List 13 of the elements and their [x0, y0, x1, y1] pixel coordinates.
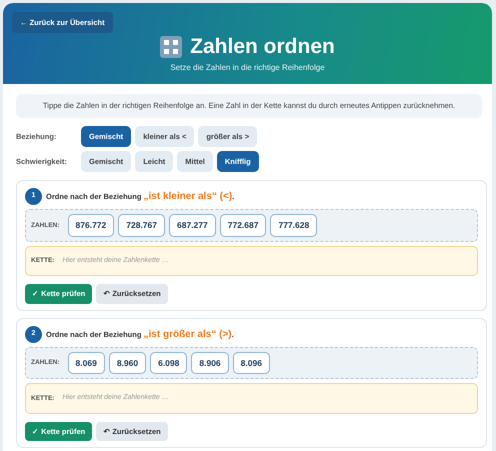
number-chip[interactable]: 8.906 — [191, 352, 229, 374]
number-chip[interactable]: 777.628 — [270, 214, 318, 237]
numbers-icon — [160, 36, 182, 58]
number-chip[interactable]: 728.767 — [118, 214, 165, 237]
page-subtitle: Setze die Zahlen in die richtige Reihenfolge — [170, 63, 325, 72]
page-title: Zahlen ordnen — [190, 35, 335, 58]
number-chip[interactable]: 876.772 — [68, 214, 114, 237]
number-chip[interactable]: 8.960 — [108, 352, 146, 374]
number-chip[interactable]: 687.277 — [169, 214, 216, 237]
number-chip[interactable]: 8.096 — [232, 352, 270, 374]
number-chip[interactable]: 6.098 — [150, 352, 188, 374]
number-chip[interactable]: 772.687 — [220, 214, 266, 237]
number-chip[interactable]: 8.069 — [68, 352, 105, 374]
